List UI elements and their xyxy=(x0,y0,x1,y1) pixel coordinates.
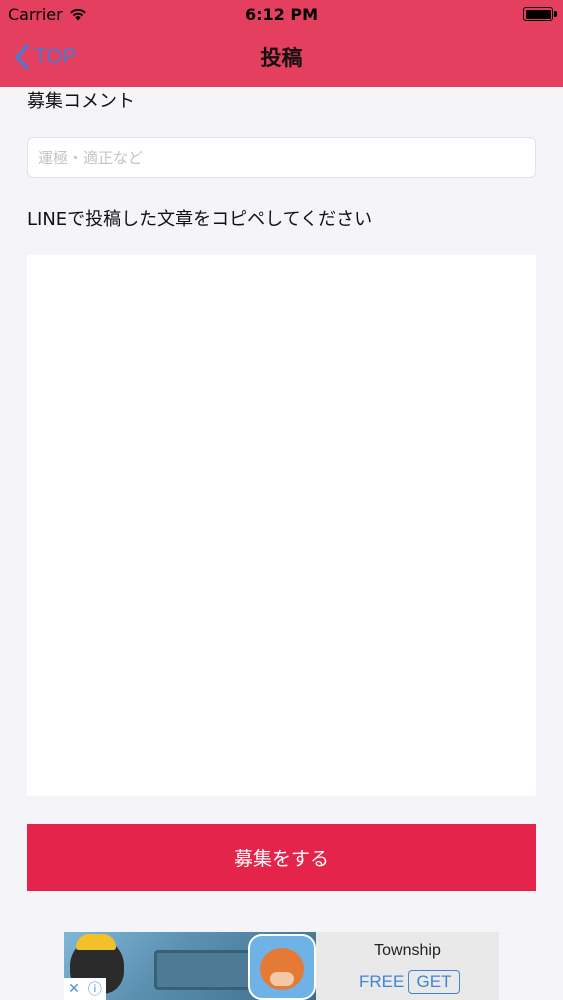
ad-banner[interactable]: ✕ ⓘ Township FREE GET xyxy=(64,932,499,1000)
paste-textarea[interactable] xyxy=(27,255,536,796)
page-title: 投稿 xyxy=(260,46,303,70)
submit-button[interactable]: 募集をする xyxy=(27,824,536,891)
app-icon xyxy=(248,934,316,1000)
ad-controls[interactable]: ✕ ⓘ xyxy=(64,978,106,1000)
close-icon[interactable]: ✕ xyxy=(68,981,80,997)
comment-label: 募集コメント xyxy=(27,91,135,112)
paste-label: LINEで投稿した文章をコピペしてください xyxy=(27,209,373,230)
battery-icon xyxy=(523,7,557,21)
info-icon[interactable]: ⓘ xyxy=(88,979,102,999)
ad-price: FREE xyxy=(359,972,405,991)
status-time: 6:12 PM xyxy=(244,5,318,24)
ad-app-name: Township xyxy=(374,942,441,959)
status-bar: Carrier 6:12 PM xyxy=(0,0,563,30)
ad-get-button[interactable]: GET xyxy=(408,970,460,994)
nav-bar: Carrier 6:12 PM TOP 投稿 xyxy=(0,0,563,87)
cow-icon xyxy=(260,948,304,990)
comment-input[interactable] xyxy=(27,137,536,178)
